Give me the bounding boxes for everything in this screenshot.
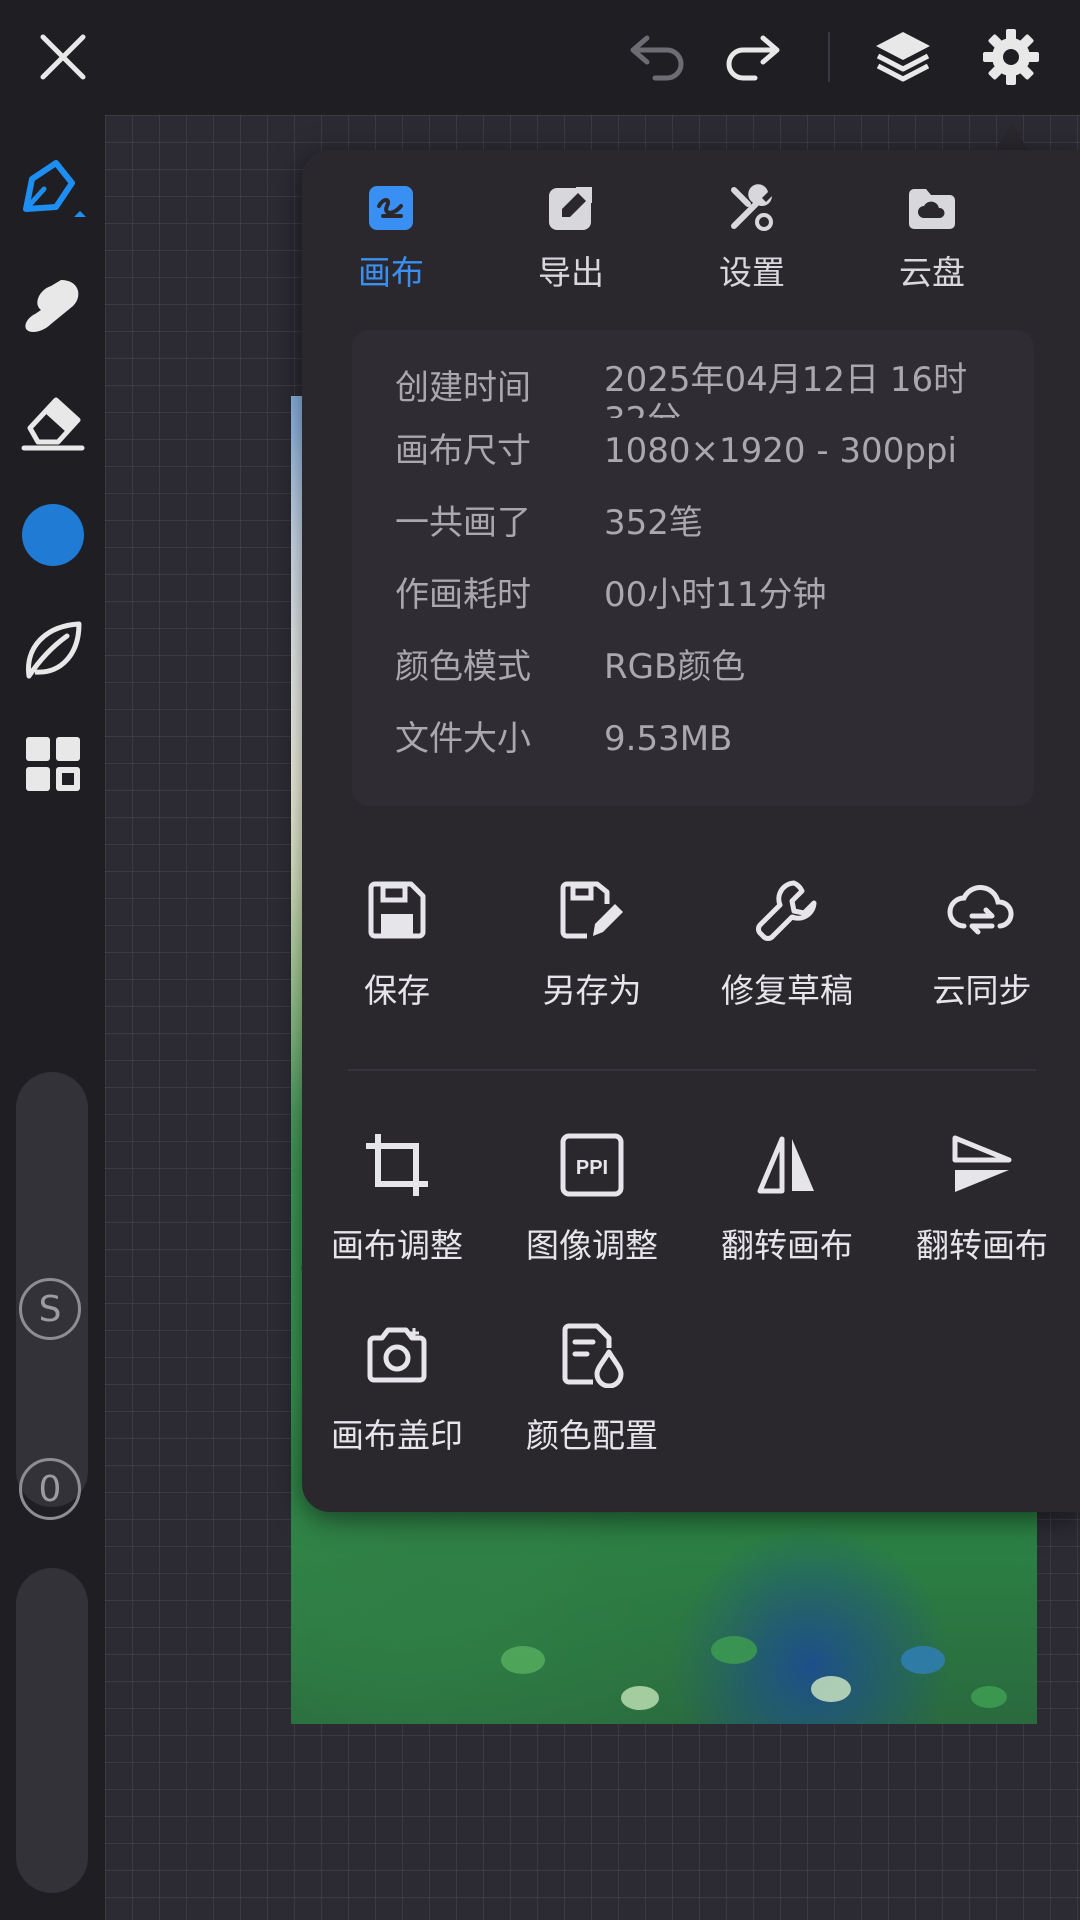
topbar-separator: [828, 32, 830, 82]
cloud-sync-button[interactable]: 云同步: [887, 870, 1077, 1012]
save-as-button[interactable]: 另存为: [497, 870, 687, 1012]
canvas-stamp-button[interactable]: 画布盖印: [302, 1315, 492, 1457]
top-bar: [0, 0, 1080, 115]
tab-export-label: 导出: [538, 253, 604, 292]
crop-icon: [357, 1125, 437, 1205]
flip-vertical-button[interactable]: 翻转画布: [887, 1125, 1077, 1267]
info-row-created: 创建时间 2025年04月12日 16时32分: [395, 360, 1015, 418]
flip-vertical-label: 翻转画布: [916, 1226, 1048, 1265]
brush-size-badge[interactable]: S: [19, 1278, 81, 1340]
eraser-icon[interactable]: [18, 387, 88, 457]
redo-icon[interactable]: [718, 22, 788, 92]
save-as-label: 另存为: [542, 971, 642, 1010]
layers-icon[interactable]: [868, 22, 938, 92]
wrench-icon: [747, 870, 827, 950]
panel-pointer: [996, 122, 1028, 150]
info-key: 创建时间: [395, 368, 531, 408]
color-profile-button[interactable]: 颜色配置: [497, 1315, 687, 1457]
info-value: 352笔: [604, 503, 703, 543]
info-key: 颜色模式: [395, 647, 531, 687]
tab-settings[interactable]: 设置: [692, 178, 812, 294]
info-key: 作画耗时: [395, 575, 531, 615]
smudge-icon[interactable]: [18, 271, 88, 341]
section-divider: [348, 1069, 1036, 1071]
svg-text:PPI: PPI: [576, 1157, 608, 1179]
color-profile-label: 颜色配置: [526, 1416, 658, 1455]
ppi-icon: PPI: [552, 1125, 632, 1205]
info-value: RGB颜色: [604, 647, 746, 687]
flip-vertical-icon: [942, 1125, 1022, 1205]
cloud-sync-icon: [942, 870, 1022, 950]
canvas-menu-panel: 画布 导出 设置 云盘 创建时间 2025年04月12日 16时32分 画布尺寸…: [302, 150, 1080, 1512]
camera-icon: [357, 1315, 437, 1395]
save-icon: [357, 870, 437, 950]
info-row-strokes: 一共画了 352笔: [395, 503, 1015, 563]
info-row-file-size: 文件大小 9.53MB: [395, 719, 1015, 779]
save-as-icon: [552, 870, 632, 950]
info-row-time: 作画耗时 00小时11分钟: [395, 575, 1015, 635]
flip-horizontal-label: 翻转画布: [721, 1226, 853, 1265]
info-value: 1080×1920 - 300ppi: [604, 431, 957, 471]
tab-settings-label: 设置: [719, 253, 785, 292]
info-value: 2025年04月12日 16时32分: [604, 360, 968, 418]
leaf-icon[interactable]: [18, 615, 88, 685]
info-row-color-mode: 颜色模式 RGB颜色: [395, 647, 1015, 707]
flip-horizontal-button[interactable]: 翻转画布: [692, 1125, 882, 1267]
save-label: 保存: [364, 971, 430, 1010]
tab-canvas-label: 画布: [358, 253, 424, 292]
info-value: 00小时11分钟: [604, 575, 827, 615]
canvas-info-box: 创建时间 2025年04月12日 16时32分 画布尺寸 1080×1920 -…: [352, 330, 1034, 806]
close-icon[interactable]: [28, 22, 98, 92]
color-profile-icon: [552, 1315, 632, 1395]
tab-export[interactable]: 导出: [511, 178, 631, 294]
canvas-stamp-label: 画布盖印: [331, 1416, 463, 1455]
flip-horizontal-icon: [747, 1125, 827, 1205]
cloud-sync-label: 云同步: [932, 971, 1032, 1010]
color-swatch[interactable]: [18, 500, 88, 570]
canvas-adjust-label: 画布调整: [331, 1226, 463, 1265]
gallery-icon[interactable]: [18, 729, 88, 799]
cloud-drive-icon: [902, 178, 962, 238]
tab-cloud-drive[interactable]: 云盘: [872, 178, 992, 294]
canvas-icon: [361, 178, 421, 238]
tab-cloud-drive-label: 云盘: [899, 253, 965, 292]
save-button[interactable]: 保存: [302, 870, 492, 1012]
brush-opacity-badge[interactable]: 0: [19, 1458, 81, 1520]
image-adjust-button[interactable]: PPI 图像调整: [497, 1125, 687, 1267]
left-toolbar: S 0: [0, 115, 105, 1920]
info-key: 画布尺寸: [395, 431, 531, 471]
gear-icon[interactable]: [976, 22, 1046, 92]
settings-tools-icon: [722, 178, 782, 238]
info-row-size: 画布尺寸 1080×1920 - 300ppi: [395, 431, 1015, 491]
info-value: 9.53MB: [604, 719, 733, 759]
repair-draft-label: 修复草稿: [721, 971, 853, 1010]
image-adjust-label: 图像调整: [526, 1226, 658, 1265]
undo-icon[interactable]: [622, 22, 692, 92]
pen-icon[interactable]: [18, 155, 88, 225]
info-key: 一共画了: [395, 503, 531, 543]
tab-canvas[interactable]: 画布: [331, 178, 451, 294]
brush-opacity-slider[interactable]: [16, 1568, 88, 1893]
canvas-adjust-button[interactable]: 画布调整: [302, 1125, 492, 1267]
export-icon: [541, 178, 601, 238]
repair-draft-button[interactable]: 修复草稿: [692, 870, 882, 1012]
info-key: 文件大小: [395, 719, 531, 759]
